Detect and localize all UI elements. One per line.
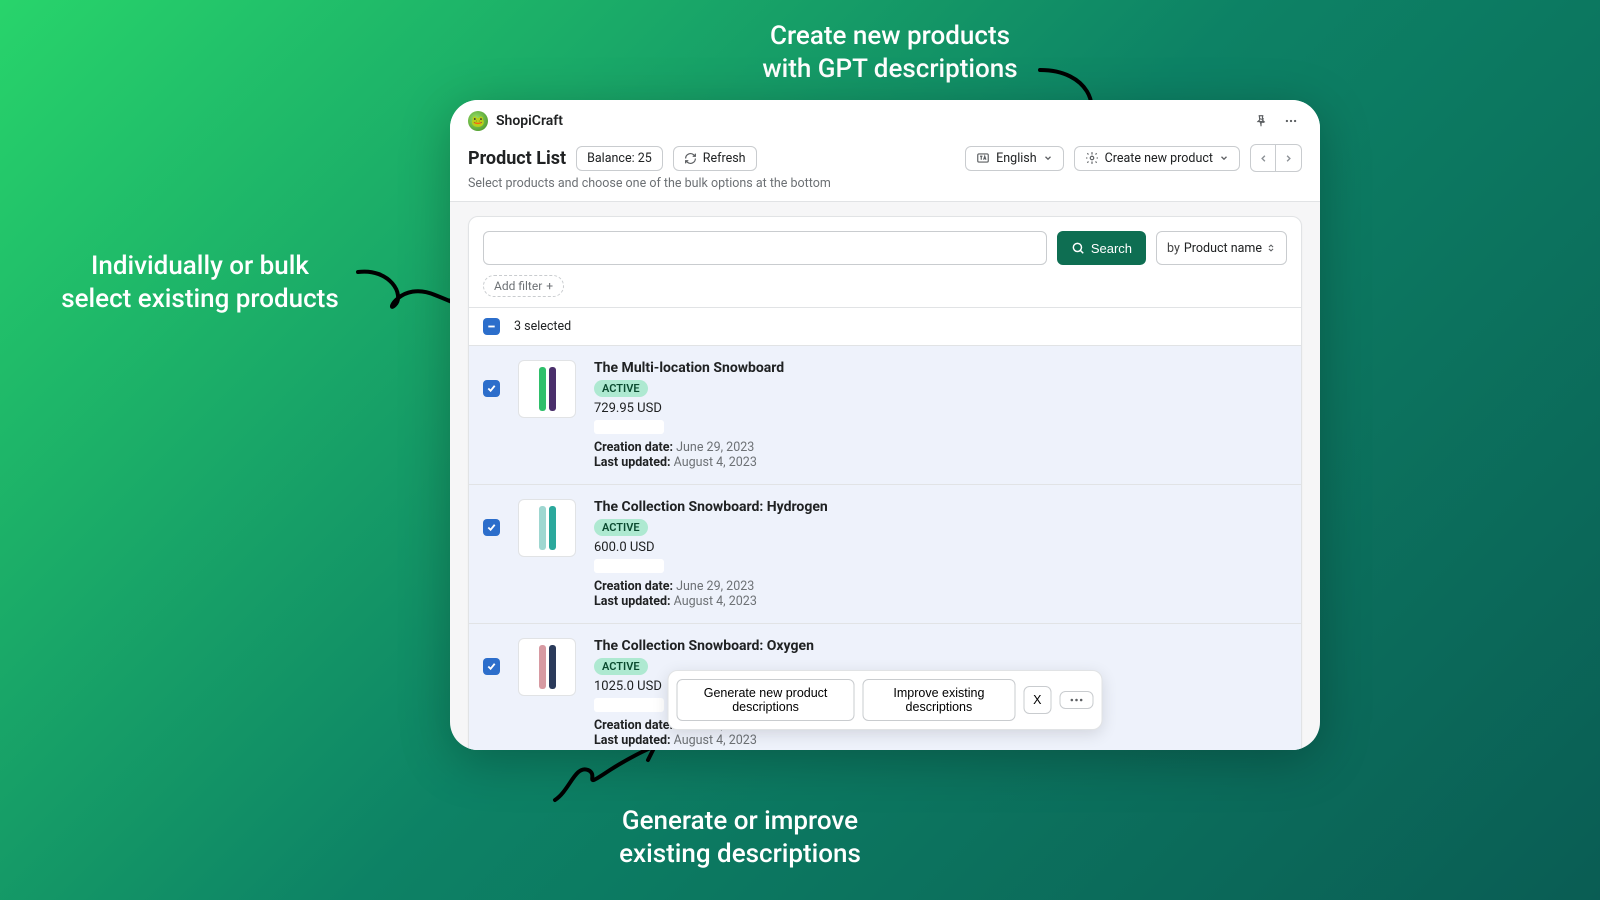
check-icon: [486, 661, 497, 672]
balance-chip: Balance: 25: [576, 146, 663, 171]
minus-icon: [486, 321, 497, 332]
plus-icon: +: [546, 279, 553, 293]
placeholder-chip: [594, 559, 664, 573]
bulk-action-bar: Generate new product descriptions Improv…: [668, 670, 1103, 730]
chevron-left-icon: [1258, 153, 1269, 164]
add-filter-button[interactable]: Add filter +: [483, 275, 564, 297]
create-label: Create new product: [1105, 151, 1213, 166]
refresh-label: Refresh: [703, 151, 746, 166]
chevron-right-icon: [1283, 153, 1294, 164]
refresh-icon: [684, 152, 697, 165]
app-window: 🐸 ShopiCraft Product List Balance: 25 Re…: [450, 100, 1320, 750]
sort-icon: [1266, 242, 1276, 254]
product-thumbnail: [518, 638, 576, 696]
product-price: 600.0 USD: [594, 540, 1287, 555]
app-name: ShopiCraft: [496, 113, 563, 129]
selected-count: 3 selected: [514, 319, 571, 334]
product-title: The Collection Snowboard: Hydrogen: [594, 499, 1287, 515]
app-header: 🐸 ShopiCraft: [450, 100, 1320, 140]
pin-icon[interactable]: [1250, 110, 1272, 132]
more-actions-button[interactable]: [1060, 691, 1094, 709]
check-icon: [486, 522, 497, 533]
improve-descriptions-button[interactable]: Improve existing descriptions: [863, 679, 1016, 721]
created-date: Creation date: June 29, 2023: [594, 440, 1287, 455]
product-title: The Collection Snowboard: Oxygen: [594, 638, 1287, 654]
close-actions-button[interactable]: X: [1023, 686, 1051, 714]
check-icon: [486, 383, 497, 394]
product-thumbnail: [518, 499, 576, 557]
search-button[interactable]: Search: [1057, 231, 1146, 265]
refresh-button[interactable]: Refresh: [673, 146, 757, 171]
product-checkbox[interactable]: [483, 519, 500, 536]
product-checkbox[interactable]: [483, 380, 500, 397]
sort-value: Product name: [1184, 241, 1262, 256]
status-badge: ACTIVE: [594, 519, 648, 536]
prev-page-button[interactable]: [1250, 144, 1276, 172]
more-icon: [1070, 698, 1084, 702]
next-page-button[interactable]: [1276, 144, 1302, 172]
product-title: The Multi-location Snowboard: [594, 360, 1287, 376]
updated-date: Last updated: August 4, 2023: [594, 594, 1287, 609]
product-row[interactable]: The Collection Snowboard: Hydrogen ACTIV…: [469, 484, 1301, 623]
sort-selector[interactable]: by Product name: [1156, 231, 1287, 265]
product-row[interactable]: The Multi-location Snowboard ACTIVE 729.…: [469, 345, 1301, 484]
brand-logo-icon: 🐸: [468, 111, 488, 131]
chevron-down-icon: [1219, 153, 1229, 163]
annotation-top: Create new productswith GPT descriptions: [700, 20, 1080, 85]
more-icon[interactable]: [1280, 110, 1302, 132]
language-icon: [976, 151, 990, 165]
brand: 🐸 ShopiCraft: [468, 111, 563, 131]
page-title: Product List: [468, 148, 566, 169]
toolbar: Product List Balance: 25 Refresh English…: [450, 140, 1320, 202]
status-badge: ACTIVE: [594, 380, 648, 397]
updated-date: Last updated: August 4, 2023: [594, 455, 1287, 470]
language-selector[interactable]: English: [965, 146, 1063, 171]
create-product-button[interactable]: Create new product: [1074, 146, 1240, 171]
product-price: 729.95 USD: [594, 401, 1287, 416]
annotation-left: Individually or bulkselect existing prod…: [30, 250, 370, 315]
annotation-bottom: Generate or improveexisting descriptions: [560, 805, 920, 870]
status-badge: ACTIVE: [594, 658, 648, 675]
placeholder-chip: [594, 698, 664, 712]
toolbar-subtext: Select products and choose one of the bu…: [468, 176, 1302, 191]
product-checkbox[interactable]: [483, 658, 500, 675]
add-filter-label: Add filter: [494, 279, 542, 293]
created-date: Creation date: June 29, 2023: [594, 579, 1287, 594]
sort-prefix: by: [1167, 241, 1180, 256]
language-label: English: [996, 151, 1036, 166]
placeholder-chip: [594, 420, 664, 434]
chevron-down-icon: [1043, 153, 1053, 163]
updated-date: Last updated: August 4, 2023: [594, 733, 1287, 748]
search-input[interactable]: [483, 231, 1047, 265]
sparkle-icon: [1085, 151, 1099, 165]
generate-descriptions-button[interactable]: Generate new product descriptions: [677, 679, 855, 721]
selection-header: 3 selected: [469, 307, 1301, 345]
pagination-nav: [1250, 144, 1302, 172]
select-all-checkbox[interactable]: [483, 318, 500, 335]
search-icon: [1071, 241, 1085, 255]
search-button-label: Search: [1091, 241, 1132, 256]
product-thumbnail: [518, 360, 576, 418]
